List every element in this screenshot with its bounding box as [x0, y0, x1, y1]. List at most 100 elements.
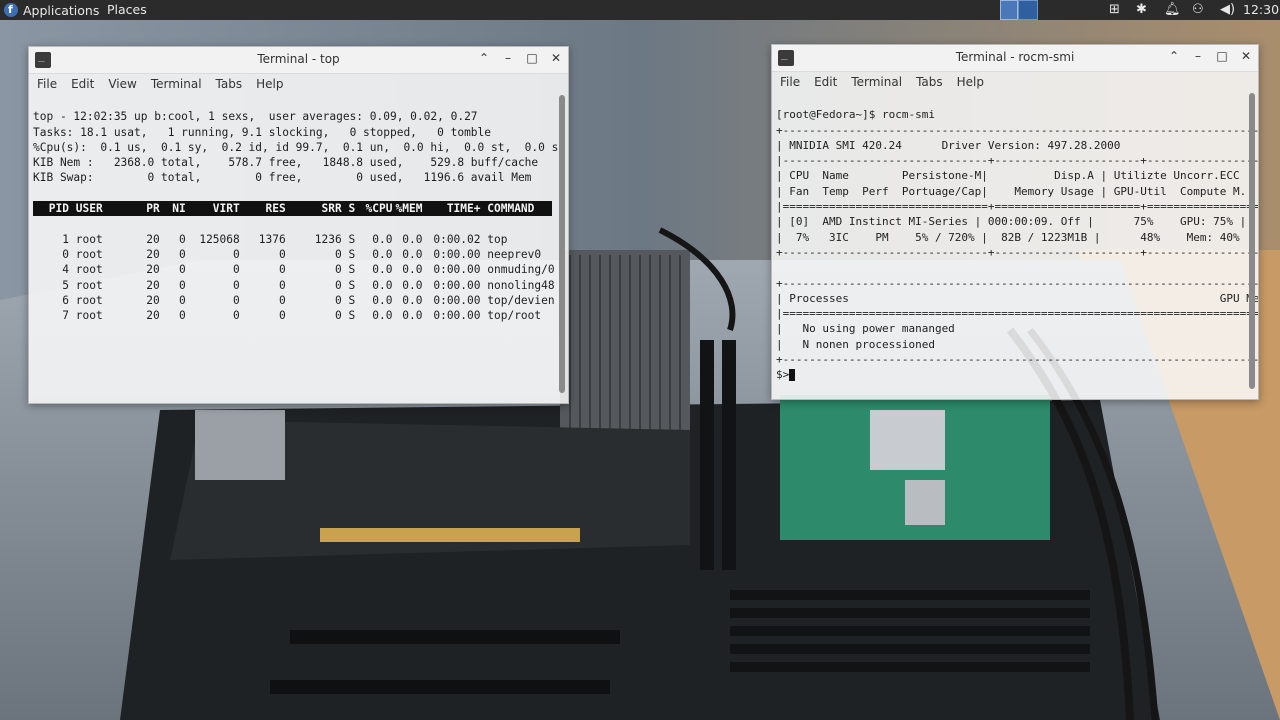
col-user: USER — [75, 202, 103, 216]
cell-pid: 5 — [62, 278, 69, 292]
cell-mem: 0.0 — [402, 293, 423, 307]
table-row: 1 root 20 0 125068 1376 1236 S 0.0 0.0 0:00.02 t… — [33, 232, 564, 247]
cell-command: top/devien — [487, 293, 555, 307]
clock[interactable]: 12:30 — [1243, 0, 1279, 20]
applications-label: Applications — [23, 2, 100, 18]
maximize-icon[interactable]: □ — [1216, 49, 1228, 63]
rocm-output-line: | Fan Temp Perf Portuage/Cap| Memory Usa… — [776, 184, 1253, 198]
cell-res: 0 — [279, 309, 286, 323]
cell-ni: 0 — [179, 232, 186, 246]
menu-terminal[interactable]: Terminal — [151, 74, 202, 94]
menu-edit[interactable]: Edit — [71, 74, 94, 94]
places-menu[interactable]: Places — [107, 0, 147, 20]
rocm-output-line: | MNIDIA SMI 420.24 Driver Version: 497.… — [776, 138, 1258, 152]
shade-icon[interactable]: ⌃ — [478, 51, 490, 65]
cell-mem: 0.0 — [402, 278, 423, 292]
cell-time: 0:00.00 — [433, 293, 481, 307]
notifications-icon[interactable]: 🔔︎ — [1164, 0, 1181, 20]
cell-cpu: 0.0 — [372, 278, 393, 292]
rocm-output-line: | Processes GPU Memory | — [776, 291, 1258, 305]
cell-state: S — [348, 293, 356, 307]
cell-virt: 0 — [233, 309, 240, 323]
volume-icon[interactable]: ◀) — [1220, 0, 1235, 20]
screenshot-icon[interactable]: ⊞ — [1109, 0, 1120, 20]
col-s: S — [348, 202, 356, 216]
cell-pr: 20 — [146, 293, 160, 307]
minimize-icon[interactable]: – — [502, 51, 514, 65]
cell-pr: 20 — [146, 232, 160, 246]
cell-srr: 0 — [335, 278, 342, 292]
cell-virt: 125068 — [199, 232, 240, 246]
menu-tabs[interactable]: Tabs — [916, 72, 943, 92]
network-wired-icon[interactable]: ⚇ — [1192, 0, 1204, 20]
cell-pid: 1 — [62, 232, 69, 246]
network-icon[interactable]: ✱ — [1136, 0, 1147, 20]
workspace-switcher-2[interactable] — [1018, 0, 1038, 20]
rocm-output-line: |=======================================… — [776, 307, 1258, 321]
workspace-switcher-1[interactable] — [1000, 0, 1018, 20]
top-summary-line: %Cpu(s): 0.1 us, 0.1 sy, 0.2 id, id 99.7… — [33, 140, 566, 154]
cell-command: onmuding/0 — [487, 263, 555, 277]
cell-pid: 6 — [62, 293, 69, 307]
cell-time: 0:00.00 — [433, 247, 481, 261]
rocm-output-line: | [0] AMD Instinct MI-Series | 000:00:09… — [776, 215, 1247, 229]
cell-pid: 7 — [62, 309, 69, 323]
top-panel: Applications Places ⊞ ✱ 🔔︎ ⚇ ◀) 12:30 — [0, 0, 1280, 20]
menu-file[interactable]: File — [780, 72, 800, 92]
maximize-icon[interactable]: □ — [526, 51, 538, 65]
cell-res: 0 — [279, 263, 286, 277]
cell-srr: 0 — [335, 247, 342, 261]
rocm-output-line: +---------------------------------------… — [776, 353, 1258, 367]
cell-user: root — [75, 232, 103, 246]
menu-file[interactable]: File — [37, 74, 57, 94]
terminal-output[interactable]: [root@Fedora~]$ rocm-smi +---------------… — [772, 92, 1258, 392]
close-icon[interactable]: ✕ — [550, 51, 562, 65]
window-titlebar[interactable]: Terminal - top ⌃ – □ ✕ — [29, 47, 568, 74]
menu-help[interactable]: Help — [256, 74, 283, 94]
scrollbar[interactable] — [559, 95, 565, 393]
col-ni: NI — [172, 202, 186, 216]
cell-time: 0:00.02 — [433, 232, 481, 246]
col-pr: PR — [146, 202, 160, 216]
command-prompt-line: [root@Fedora~]$ rocm-smi — [776, 108, 935, 122]
shade-icon[interactable]: ⌃ — [1168, 49, 1180, 63]
window-titlebar[interactable]: Terminal - rocm-smi ⌃ – □ ✕ — [772, 45, 1258, 72]
cell-user: root — [75, 278, 103, 292]
cell-command: neeprev0 — [487, 247, 542, 261]
cell-pr: 20 — [146, 309, 160, 323]
terminal-rocm-window[interactable]: Terminal - rocm-smi ⌃ – □ ✕ File Edit Te… — [771, 44, 1259, 400]
cell-mem: 0.0 — [402, 232, 423, 246]
close-icon[interactable]: ✕ — [1240, 49, 1252, 63]
cell-time: 0:00.00 — [433, 278, 481, 292]
process-table-header: PID USER PR NI VIRT RES SRR S %CPU %MEM TIME+ CO… — [33, 201, 552, 217]
cell-ni: 0 — [179, 309, 186, 323]
top-summary-line: top - 12:02:35 up b:cool, 1 sexs, user a… — [33, 110, 478, 124]
terminal-output[interactable]: top - 12:02:35 up b:cool, 1 sexs, user a… — [29, 94, 568, 394]
cell-srr: 0 — [335, 263, 342, 277]
menu-tabs[interactable]: Tabs — [216, 74, 243, 94]
applications-menu[interactable]: Applications — [4, 0, 99, 20]
minimize-icon[interactable]: – — [1192, 49, 1204, 63]
scrollbar[interactable] — [1249, 93, 1255, 389]
rocm-smi-output: +---------------------------------------… — [776, 123, 1258, 368]
top-summary-line: KIB Nem : 2368.0 total, 578.7 free, 1848… — [33, 156, 539, 170]
cell-srr: 0 — [335, 309, 342, 323]
cell-cpu: 0.0 — [372, 232, 393, 246]
shell-prompt-line[interactable]: $> — [776, 367, 1254, 382]
cell-res: 0 — [279, 247, 286, 261]
terminal-top-window[interactable]: Terminal - top ⌃ – □ ✕ File Edit View Te… — [28, 46, 569, 404]
menu-edit[interactable]: Edit — [814, 72, 837, 92]
menu-help[interactable]: Help — [957, 72, 984, 92]
cell-mem: 0.0 — [402, 247, 423, 261]
cell-ni: 0 — [179, 293, 186, 307]
cell-ni: 0 — [179, 263, 186, 277]
cell-mem: 0.0 — [402, 309, 423, 323]
menu-terminal[interactable]: Terminal — [851, 72, 902, 92]
menu-view[interactable]: View — [108, 74, 136, 94]
col-pid: PID — [48, 202, 69, 216]
menubar: File Edit View Terminal Tabs Help — [29, 74, 568, 94]
menubar: File Edit Terminal Tabs Help — [772, 72, 1258, 92]
cell-user: root — [75, 263, 103, 277]
cell-user: root — [75, 247, 103, 261]
rocm-output-line: |===============================+=======… — [776, 200, 1258, 214]
